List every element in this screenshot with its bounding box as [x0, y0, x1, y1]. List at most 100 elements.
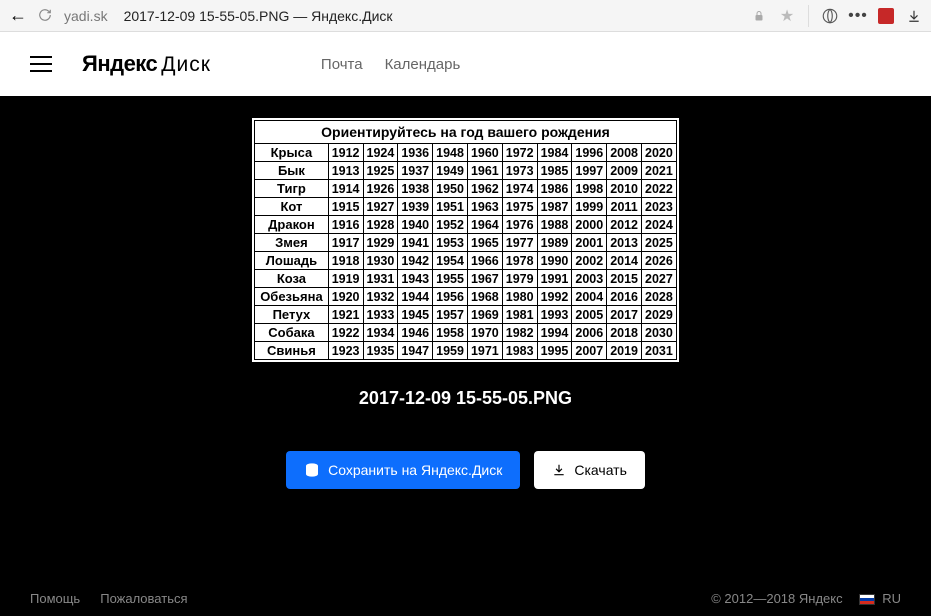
year-cell: 2019 [607, 342, 642, 360]
disk-icon [304, 462, 320, 478]
year-cell: 1926 [363, 180, 398, 198]
year-cell: 1921 [328, 306, 363, 324]
download-button[interactable]: Скачать [534, 451, 645, 489]
year-cell: 1995 [537, 342, 572, 360]
year-cell: 1920 [328, 288, 363, 306]
animal-cell: Дракон [255, 216, 329, 234]
year-cell: 1966 [467, 252, 502, 270]
year-cell: 1997 [572, 162, 607, 180]
year-cell: 1953 [433, 234, 468, 252]
animal-cell: Петух [255, 306, 329, 324]
year-cell: 2023 [642, 198, 677, 216]
animal-cell: Крыса [255, 144, 329, 162]
year-cell: 2031 [642, 342, 677, 360]
animal-cell: Обезьяна [255, 288, 329, 306]
separator [808, 5, 809, 27]
year-cell: 1919 [328, 270, 363, 288]
table-row: Собака1922193419461958197019821994200620… [255, 324, 677, 342]
year-cell: 1988 [537, 216, 572, 234]
year-cell: 2027 [642, 270, 677, 288]
downloads-icon[interactable] [905, 7, 923, 25]
nav-mail-link[interactable]: Почта [321, 56, 363, 73]
year-cell: 1936 [398, 144, 433, 162]
year-cell: 2007 [572, 342, 607, 360]
year-cell: 1912 [328, 144, 363, 162]
year-cell: 1915 [328, 198, 363, 216]
year-cell: 1955 [433, 270, 468, 288]
yandex-disk-logo[interactable]: Яндекс Диск [82, 51, 211, 77]
lock-icon[interactable] [750, 7, 768, 25]
year-cell: 2026 [642, 252, 677, 270]
footer-help-link[interactable]: Помощь [30, 591, 80, 606]
extension-icon-2[interactable] [877, 7, 895, 25]
bookmark-star-icon[interactable]: ★ [778, 7, 796, 25]
year-cell: 1977 [502, 234, 537, 252]
year-cell: 1922 [328, 324, 363, 342]
year-cell: 1935 [363, 342, 398, 360]
year-cell: 1984 [537, 144, 572, 162]
animal-cell: Змея [255, 234, 329, 252]
year-cell: 2025 [642, 234, 677, 252]
table-row: Крыса19121924193619481960197219841996200… [255, 144, 677, 162]
year-cell: 1992 [537, 288, 572, 306]
year-cell: 1947 [398, 342, 433, 360]
year-cell: 2006 [572, 324, 607, 342]
year-cell: 1918 [328, 252, 363, 270]
year-cell: 1948 [433, 144, 468, 162]
year-cell: 1946 [398, 324, 433, 342]
year-cell: 2029 [642, 306, 677, 324]
year-cell: 2000 [572, 216, 607, 234]
year-cell: 2011 [607, 198, 642, 216]
table-row: Лошадь1918193019421954196619781990200220… [255, 252, 677, 270]
footer-report-link[interactable]: Пожаловаться [100, 591, 187, 606]
year-cell: 1924 [363, 144, 398, 162]
animal-cell: Собака [255, 324, 329, 342]
year-cell: 2022 [642, 180, 677, 198]
year-cell: 1931 [363, 270, 398, 288]
year-cell: 1962 [467, 180, 502, 198]
download-icon [552, 463, 566, 477]
year-cell: 1950 [433, 180, 468, 198]
year-cell: 1941 [398, 234, 433, 252]
language-selector[interactable]: RU [859, 591, 901, 606]
year-cell: 1986 [537, 180, 572, 198]
menu-burger-icon[interactable] [30, 56, 52, 72]
year-cell: 2002 [572, 252, 607, 270]
browser-back-button[interactable]: ← [8, 6, 28, 26]
year-cell: 1917 [328, 234, 363, 252]
year-cell: 1959 [433, 342, 468, 360]
year-cell: 2005 [572, 306, 607, 324]
url-domain[interactable]: yadi.sk [64, 8, 108, 24]
animal-cell: Лошадь [255, 252, 329, 270]
year-cell: 1933 [363, 306, 398, 324]
browser-address-bar: ← yadi.sk 2017-12-09 15-55-05.PNG — Янде… [0, 0, 931, 32]
save-to-disk-button[interactable]: Сохранить на Яндекс.Диск [286, 451, 520, 489]
year-cell: 1934 [363, 324, 398, 342]
browser-menu-icon[interactable]: ••• [849, 7, 867, 25]
year-cell: 1963 [467, 198, 502, 216]
header-nav: Почта Календарь [321, 56, 460, 73]
table-row: Свинья1923193519471959197119831995200720… [255, 342, 677, 360]
year-cell: 2009 [607, 162, 642, 180]
extension-icon-1[interactable] [821, 7, 839, 25]
year-cell: 1958 [433, 324, 468, 342]
footer-copyright: © 2012—2018 Яндекс [711, 591, 842, 606]
year-cell: 2001 [572, 234, 607, 252]
year-cell: 2003 [572, 270, 607, 288]
browser-reload-button[interactable] [38, 8, 54, 24]
year-cell: 2028 [642, 288, 677, 306]
year-cell: 2017 [607, 306, 642, 324]
table-row: Петух19211933194519571969198119932005201… [255, 306, 677, 324]
year-cell: 1929 [363, 234, 398, 252]
year-cell: 1927 [363, 198, 398, 216]
url-title: 2017-12-09 15-55-05.PNG — Яндекс.Диск [124, 8, 393, 24]
image-preview[interactable]: Ориентируйтесь на год вашего рождения Кр… [252, 118, 679, 362]
year-cell: 1970 [467, 324, 502, 342]
table-row: Тигр191419261938195019621974198619982010… [255, 180, 677, 198]
year-cell: 1940 [398, 216, 433, 234]
year-cell: 1985 [537, 162, 572, 180]
year-cell: 1928 [363, 216, 398, 234]
year-cell: 2008 [607, 144, 642, 162]
nav-calendar-link[interactable]: Календарь [385, 56, 461, 73]
year-cell: 2004 [572, 288, 607, 306]
